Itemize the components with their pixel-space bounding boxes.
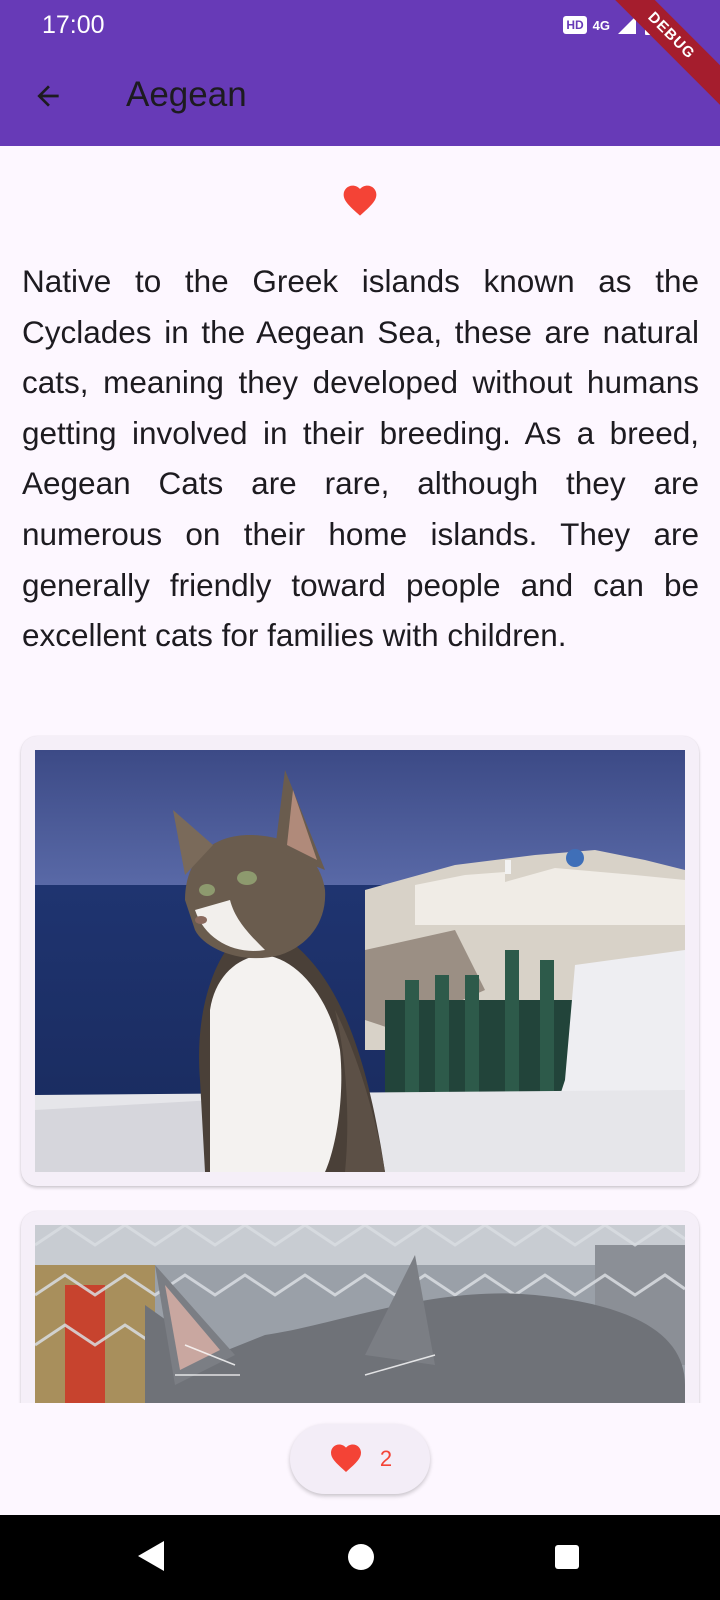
- favorites-count-button[interactable]: 2: [290, 1424, 430, 1494]
- app-bar: 17:00 HD 4G DEBUG Aegean: [0, 0, 720, 146]
- arrow-back-icon: [37, 85, 59, 107]
- cat-photo: [35, 750, 685, 1172]
- image-list[interactable]: [0, 727, 720, 1403]
- heart-icon: [330, 1444, 361, 1472]
- nav-home-icon[interactable]: [347, 1543, 375, 1571]
- system-nav-bar: [0, 1515, 720, 1600]
- nav-recents-icon[interactable]: [554, 1544, 580, 1570]
- image-card[interactable]: [21, 1211, 699, 1403]
- breed-description: Native to the Greek islands known as the…: [22, 263, 699, 654]
- cat-photo: [35, 1225, 685, 1403]
- network-label: 4G: [592, 17, 610, 33]
- status-time: 17:00: [42, 11, 105, 39]
- heart-icon[interactable]: [340, 184, 380, 220]
- hd-badge: HD: [563, 16, 587, 34]
- favorites-count: 2: [379, 1446, 393, 1471]
- page-title: Aegean: [126, 75, 247, 114]
- back-button[interactable]: [24, 72, 72, 120]
- image-card[interactable]: [21, 736, 699, 1186]
- nav-back-icon[interactable]: [136, 1539, 166, 1573]
